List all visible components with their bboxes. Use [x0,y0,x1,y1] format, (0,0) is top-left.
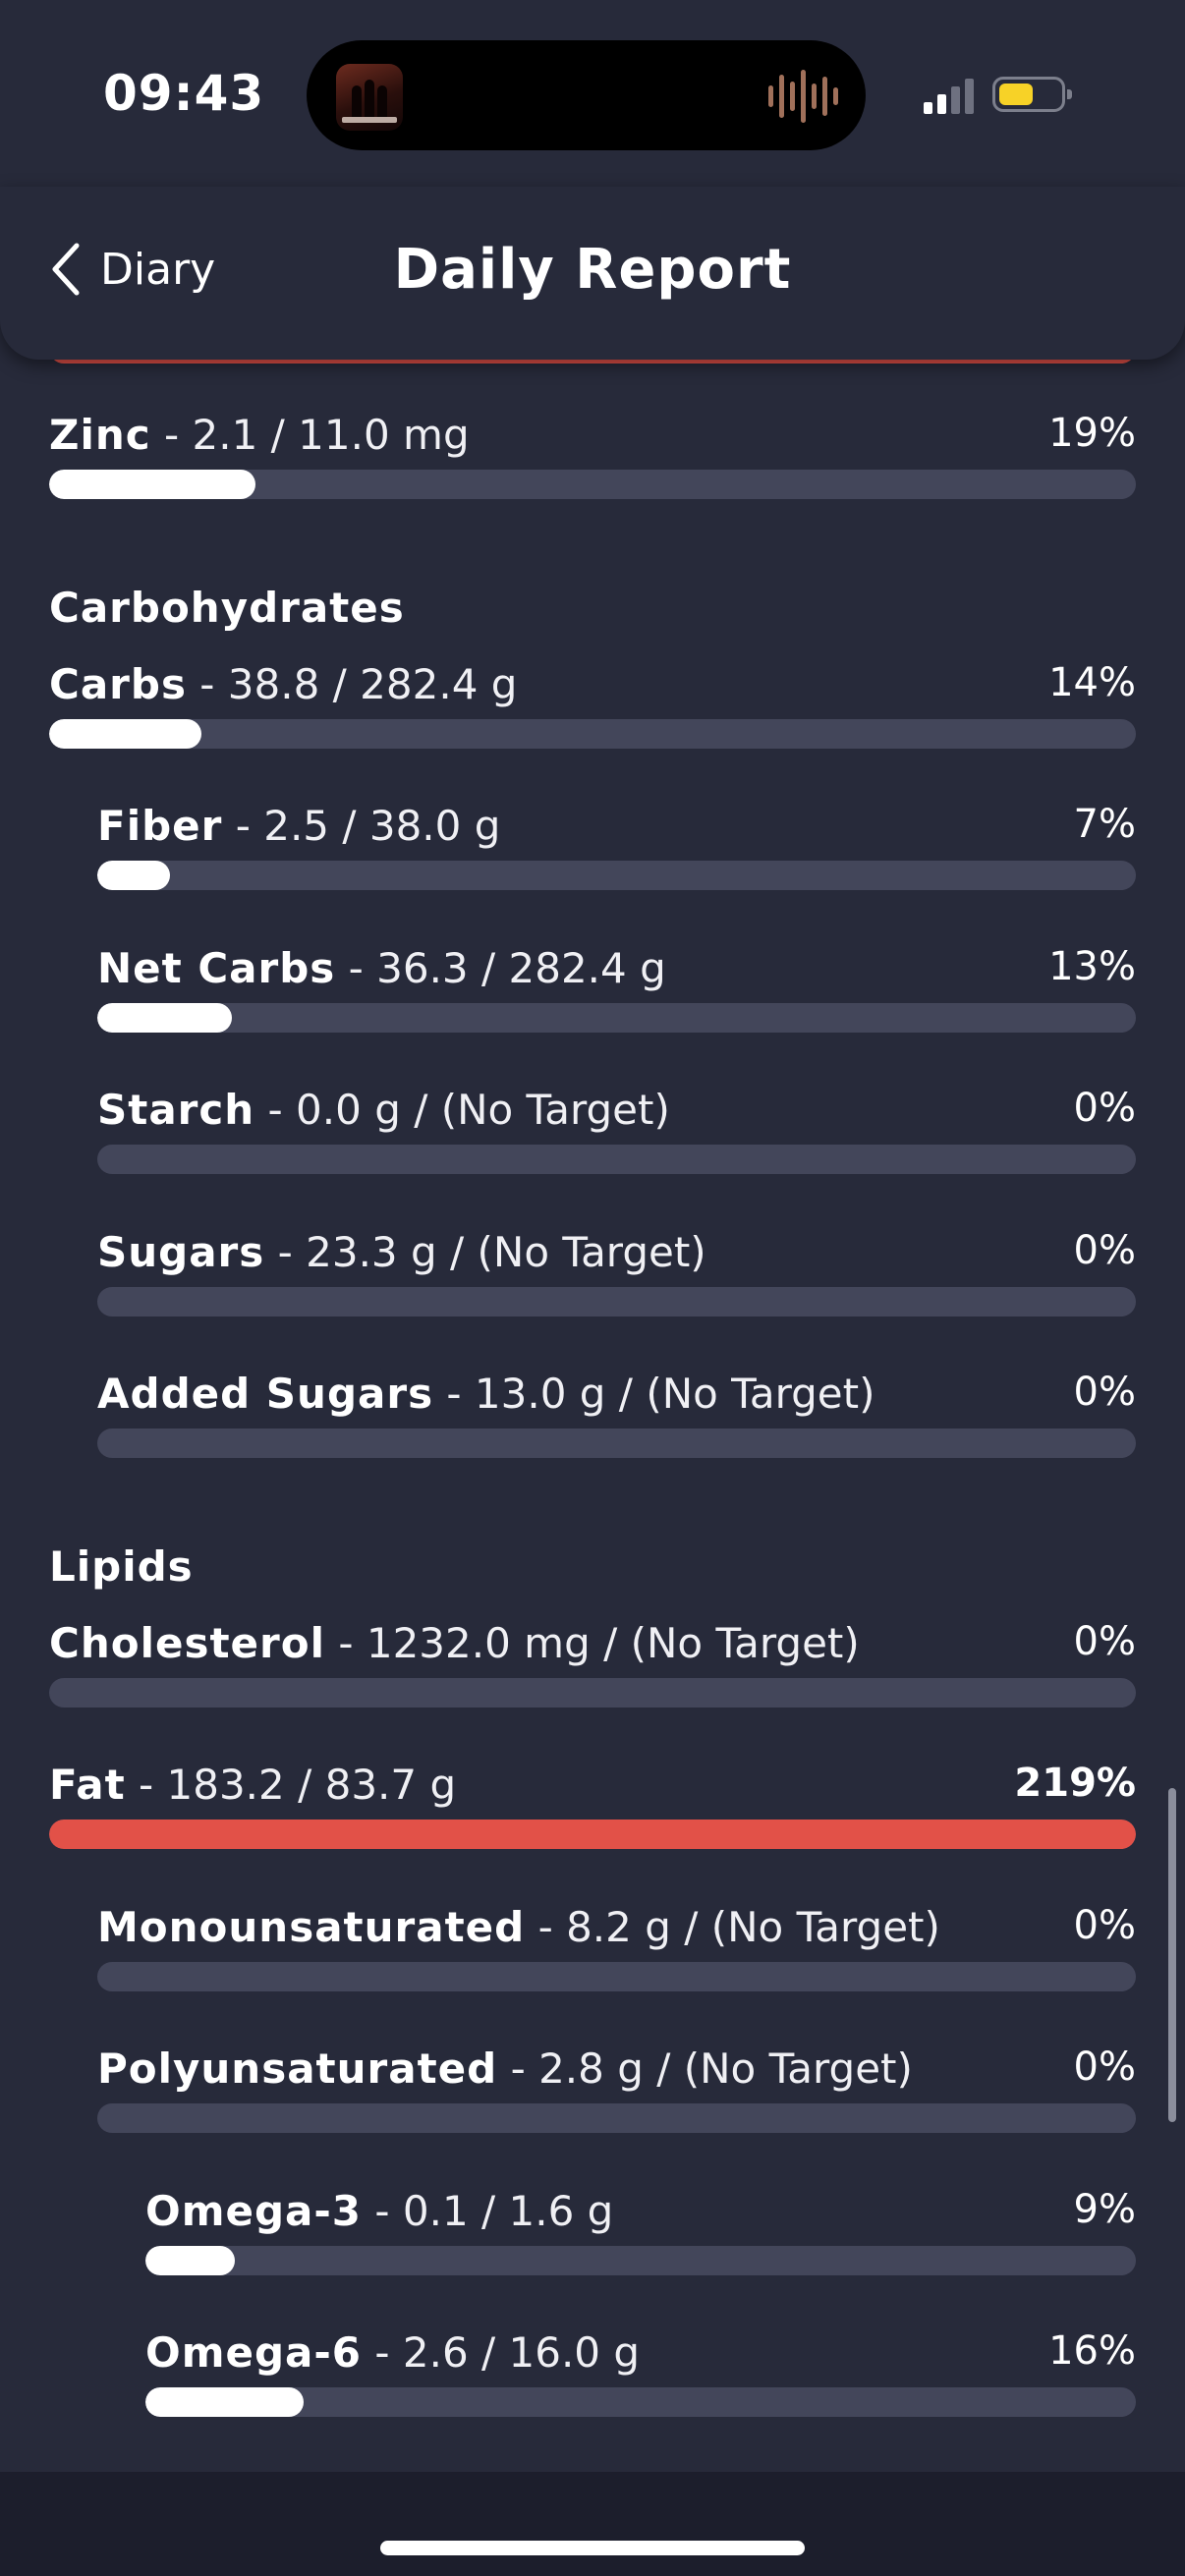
progress-track [49,719,1136,749]
nutrient-name: Monounsaturated [97,1903,526,1951]
battery-level-fill [999,84,1034,105]
progress-fill [49,470,256,499]
nutrient-amount: - 38.8 / 282.4 g [186,660,518,708]
nutrient-percent: 0% [1073,1903,1136,1948]
nutrient-name: Net Carbs [97,944,336,992]
nutrient-name: Fat [49,1761,126,1809]
progress-track [97,2103,1136,2133]
nutrient-name: Polyunsaturated [97,2044,498,2093]
nutrient-row-sugars[interactable]: Sugars - 23.3 g / (No Target) 0% [97,1228,1136,1316]
progress-track [49,1820,1136,1849]
progress-fill [145,2246,235,2275]
nutrient-row-fiber[interactable]: Fiber - 2.5 / 38.0 g 7% [97,802,1136,890]
nutrient-percent: 9% [1073,2187,1136,2232]
progress-track [97,861,1136,890]
nutrient-name: Omega-3 [145,2187,363,2235]
nutrient-amount: - 2.1 / 11.0 mg [150,411,470,459]
nutrient-row-omega-3[interactable]: Omega-3 - 0.1 / 1.6 g 9% [145,2187,1136,2275]
nutrient-row-added-sugars[interactable]: Added Sugars - 13.0 g / (No Target) 0% [97,1370,1136,1458]
progress-track [145,2246,1136,2275]
nutrient-percent: 13% [1048,944,1136,989]
nutrient-row-omega-6[interactable]: Omega-6 - 2.6 / 16.0 g 16% [145,2328,1136,2417]
dynamic-island[interactable] [307,40,866,150]
navigation-header: Diary Daily Report [0,187,1185,360]
progress-track [49,1678,1136,1708]
status-bar: 09:43 [0,0,1185,187]
home-indicator-area [0,2472,1185,2576]
section-title-lipids: Lipids [49,1542,194,1591]
nutrient-name: Fiber [97,802,223,850]
progress-track [145,2387,1136,2417]
nutrient-amount: - 36.3 / 282.4 g [335,944,666,992]
section-title-carbohydrates: Carbohydrates [49,584,405,632]
progress-track [49,470,1136,499]
home-indicator[interactable] [380,2541,805,2555]
nutrient-name: Zinc [49,411,151,459]
status-time: 09:43 [103,65,265,122]
battery-icon [992,77,1072,112]
nutrient-row-cholesterol[interactable]: Cholesterol - 1232.0 mg / (No Target) 0% [49,1619,1136,1708]
nutrient-amount: - 13.0 g / (No Target) [433,1370,875,1418]
progress-track [97,1145,1136,1174]
nutrient-row-zinc[interactable]: Zinc - 2.1 / 11.0 mg 19% [49,411,1136,499]
vertical-scrollbar[interactable] [1168,1788,1176,2122]
nutrient-percent: 0% [1073,2044,1136,2090]
audio-waveform-icon [768,70,838,123]
progress-track [97,1962,1136,1991]
nutrient-name: Added Sugars [97,1370,434,1418]
nutrient-percent: 0% [1073,1086,1136,1131]
progress-track [97,1287,1136,1316]
nutrient-name: Sugars [97,1228,265,1276]
nutrient-amount: - 2.8 g / (No Target) [497,2044,913,2093]
nutrient-name: Omega-6 [145,2328,363,2377]
nutrient-percent: 0% [1073,1228,1136,1273]
nutrient-amount: - 0.0 g / (No Target) [254,1086,670,1134]
nutrient-amount: - 2.5 / 38.0 g [222,802,501,850]
nutrient-percent: 19% [1048,411,1136,456]
progress-fill [97,861,170,890]
page-title: Daily Report [393,238,792,302]
nutrient-percent: 0% [1073,1370,1136,1415]
nutrient-row-polyunsaturated[interactable]: Polyunsaturated - 2.8 g / (No Target) 0% [97,2044,1136,2133]
album-art-icon [336,64,403,131]
nutrient-percent: 16% [1048,2328,1136,2374]
nutrient-amount: - 2.6 / 16.0 g [362,2328,641,2377]
progress-track [97,1428,1136,1458]
nutrient-amount: - 183.2 / 83.7 g [125,1761,457,1809]
progress-fill [145,2387,305,2417]
nutrient-row-fat[interactable]: Fat - 183.2 / 83.7 g 219% [49,1761,1136,1849]
cellular-signal-icon [924,79,974,114]
nutrient-amount: - 23.3 g / (No Target) [264,1228,706,1276]
nutrient-percent: 14% [1048,660,1136,705]
nutrient-amount: - 8.2 g / (No Target) [525,1903,940,1951]
nutrient-name: Carbs [49,660,187,708]
nutrient-percent: 0% [1073,1619,1136,1664]
progress-fill [49,719,201,749]
nutrient-name: Starch [97,1086,255,1134]
nutrient-row-starch[interactable]: Starch - 0.0 g / (No Target) 0% [97,1086,1136,1174]
nutrient-name: Cholesterol [49,1619,325,1667]
progress-track [97,1003,1136,1033]
nutrient-row-carbs[interactable]: Carbs - 38.8 / 282.4 g 14% [49,660,1136,749]
nutrient-row-monounsaturated[interactable]: Monounsaturated - 8.2 g / (No Target) 0% [97,1903,1136,1991]
nutrient-percent: 219% [1014,1761,1136,1806]
nutrient-amount: - 1232.0 mg / (No Target) [325,1619,860,1667]
progress-fill [49,1820,1136,1849]
nutrient-amount: - 0.1 / 1.6 g [362,2187,614,2235]
nutrient-percent: 7% [1073,802,1136,847]
nutrient-row-net-carbs[interactable]: Net Carbs - 36.3 / 282.4 g 13% [97,944,1136,1033]
progress-fill [97,1003,233,1033]
